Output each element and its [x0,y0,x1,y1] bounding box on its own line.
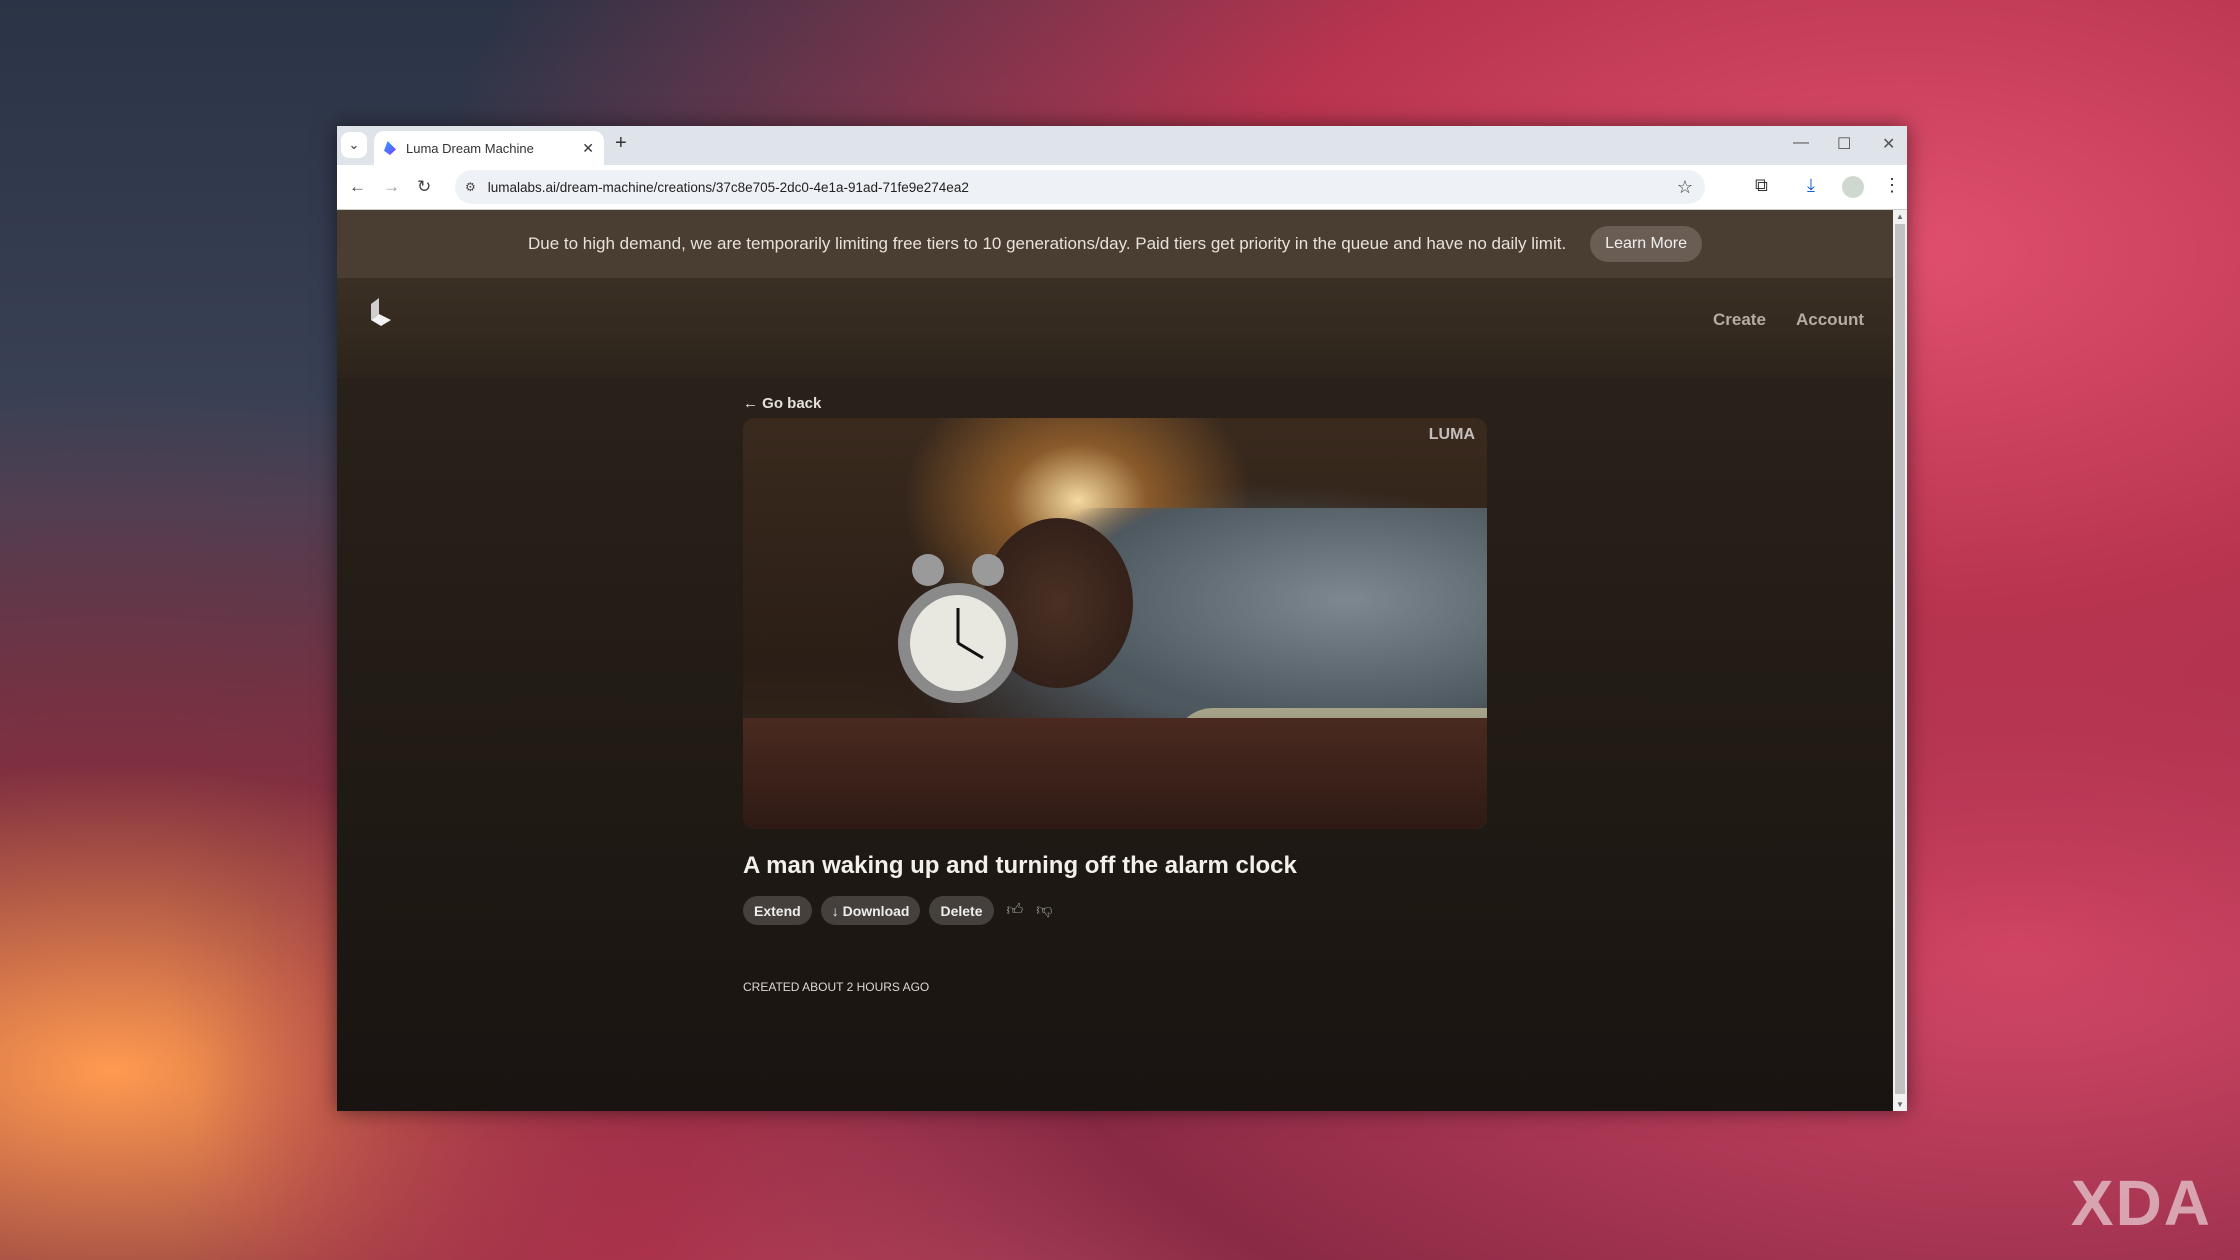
profile-avatar[interactable] [1842,176,1864,198]
site-settings-icon[interactable]: ⚙ [465,180,476,194]
download-button[interactable]: ↓ Download [820,896,921,925]
download-label: Download [842,902,910,919]
scrollbar[interactable]: ▲ ▼ [1893,210,1907,1111]
extend-button[interactable]: Extend [743,896,812,925]
bookmark-star-icon[interactable]: ☆ [1677,177,1693,198]
arrow-left-icon: ← [743,395,763,412]
site-header: Create Account [337,278,1893,378]
address-bar: ← → ↻ ⚙ lumalabs.ai/dream-machine/creati… [337,165,1907,210]
nav-create[interactable]: Create [1713,310,1766,330]
video-nightstand [743,718,1487,829]
extensions-icon[interactable]: ⧉ [1755,175,1768,196]
xda-watermark-logo: XDA [2070,1167,2212,1239]
arrow-down-icon: ↓ [831,902,843,919]
delete-button[interactable]: Delete [929,896,994,925]
luma-watermark: LUMA [1428,426,1475,443]
created-timestamp: CREATED ABOUT 2 HOURS AGO [743,980,930,994]
demand-banner: Due to high demand, we are temporarily l… [337,210,1893,278]
browser-window: ⌄ Luma Dream Machine ✕ + — ☐ ✕ ← → ↻ ⚙ l… [337,126,1907,1111]
page-content: Due to high demand, we are temporarily l… [337,210,1893,1111]
nav-account[interactable]: Account [1796,310,1864,330]
forward-icon[interactable]: → [383,177,400,197]
alarm-clock-image [898,554,1018,703]
tab-title: Luma Dream Machine [406,140,534,156]
tab-search-button[interactable]: ⌄ [341,132,367,158]
url-text: lumalabs.ai/dream-machine/creations/37c8… [487,179,969,195]
scroll-up-icon[interactable]: ▲ [1896,212,1904,221]
tab-bar: ⌄ Luma Dream Machine ✕ + — ☐ ✕ [337,126,1907,165]
close-window-icon[interactable]: ✕ [1882,134,1895,154]
scroll-down-icon[interactable]: ▼ [1896,1100,1904,1109]
banner-text: Due to high demand, we are temporarily l… [527,234,1567,253]
reload-icon[interactable]: ↻ [417,177,431,197]
minimize-icon[interactable]: — [1793,134,1809,152]
learn-more-button[interactable]: Learn More [1590,226,1702,262]
go-back-link[interactable]: ← Go back [743,395,821,412]
go-back-label: Go back [762,395,822,412]
action-bar: Extend ↓ Download Delete 👍︎ 👎︎ [743,896,1052,925]
maximize-icon[interactable]: ☐ [1837,134,1851,154]
back-icon[interactable]: ← [349,177,366,197]
menu-icon[interactable]: ⋮ [1883,175,1901,196]
scrollbar-thumb[interactable] [1895,224,1905,1094]
creation-title: A man waking up and turning off the alar… [743,852,1297,879]
url-input[interactable]: ⚙ lumalabs.ai/dream-machine/creations/37… [455,170,1705,204]
new-tab-button[interactable]: + [615,132,627,155]
tab-luma[interactable]: Luma Dream Machine ✕ [374,131,604,165]
thumbs-up-icon[interactable]: 👍︎ [1007,901,1024,920]
download-icon[interactable]: ⤓ [1807,175,1815,196]
video-player[interactable]: LUMA [743,418,1487,829]
luma-favicon-icon [384,141,396,155]
thumbs-down-icon[interactable]: 👎︎ [1036,901,1052,920]
close-tab-icon[interactable]: ✕ [582,140,594,157]
luma-logo-icon[interactable] [367,298,393,326]
